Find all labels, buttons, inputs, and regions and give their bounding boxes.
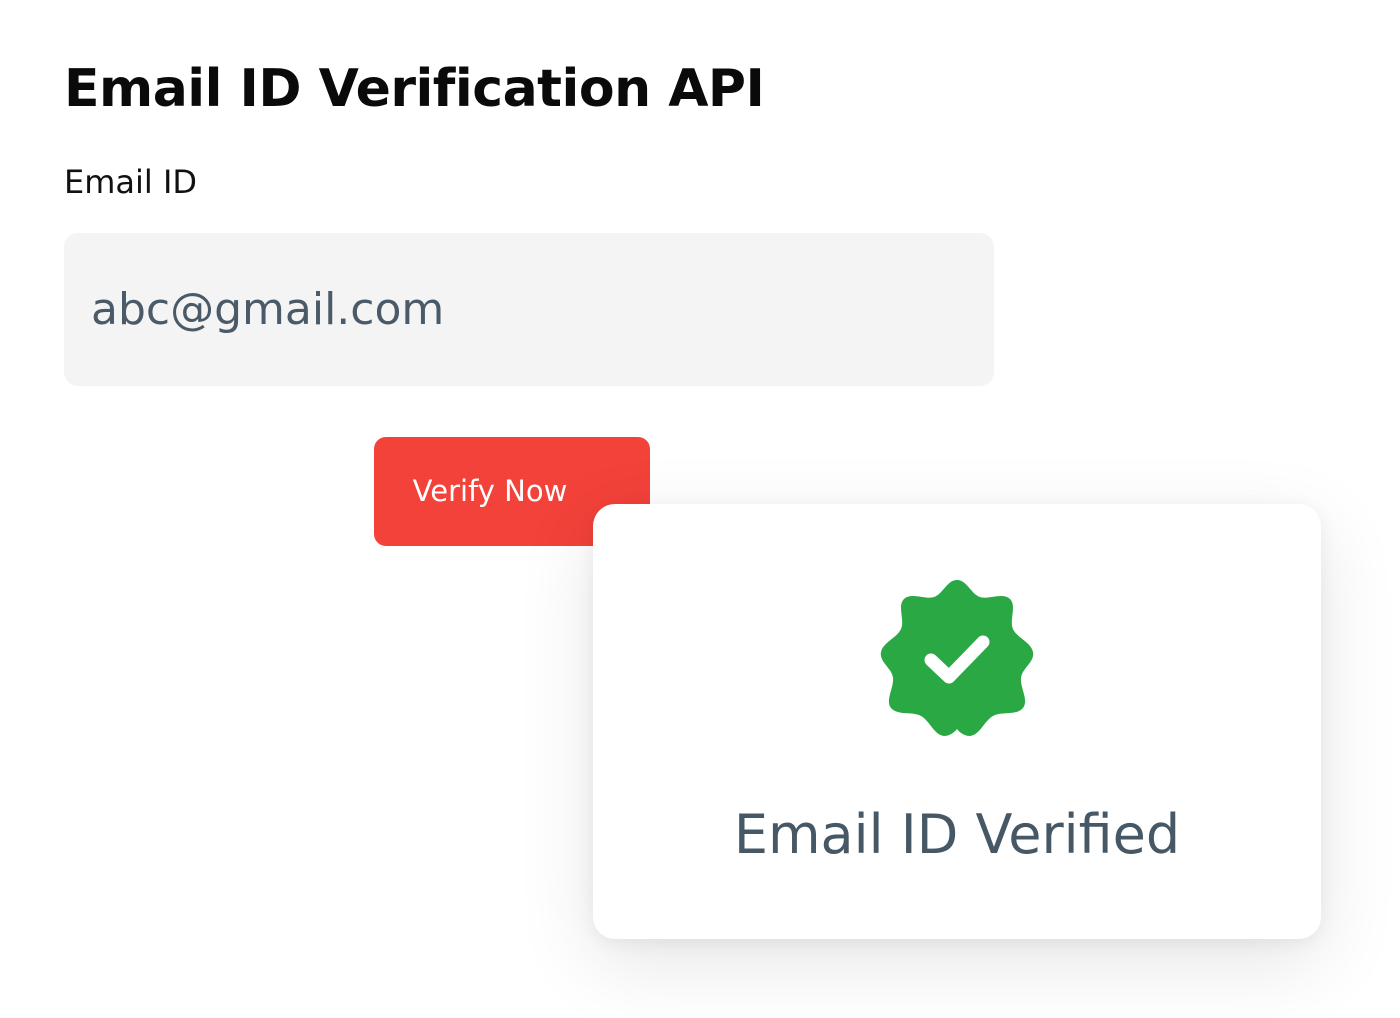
verification-page: Email ID Verification API Email ID Verif… [0,0,1400,1018]
verification-result-card: Email ID Verified [593,504,1321,939]
verified-badge-svg [880,580,1034,736]
verification-result-message: Email ID Verified [733,803,1181,866]
email-field-label: Email ID [64,163,198,201]
verified-badge-check-icon [879,580,1035,736]
email-input[interactable] [64,233,994,386]
verify-now-label: Verify Now [412,474,568,508]
badge-shape [880,580,1034,736]
page-title: Email ID Verification API [64,59,765,119]
